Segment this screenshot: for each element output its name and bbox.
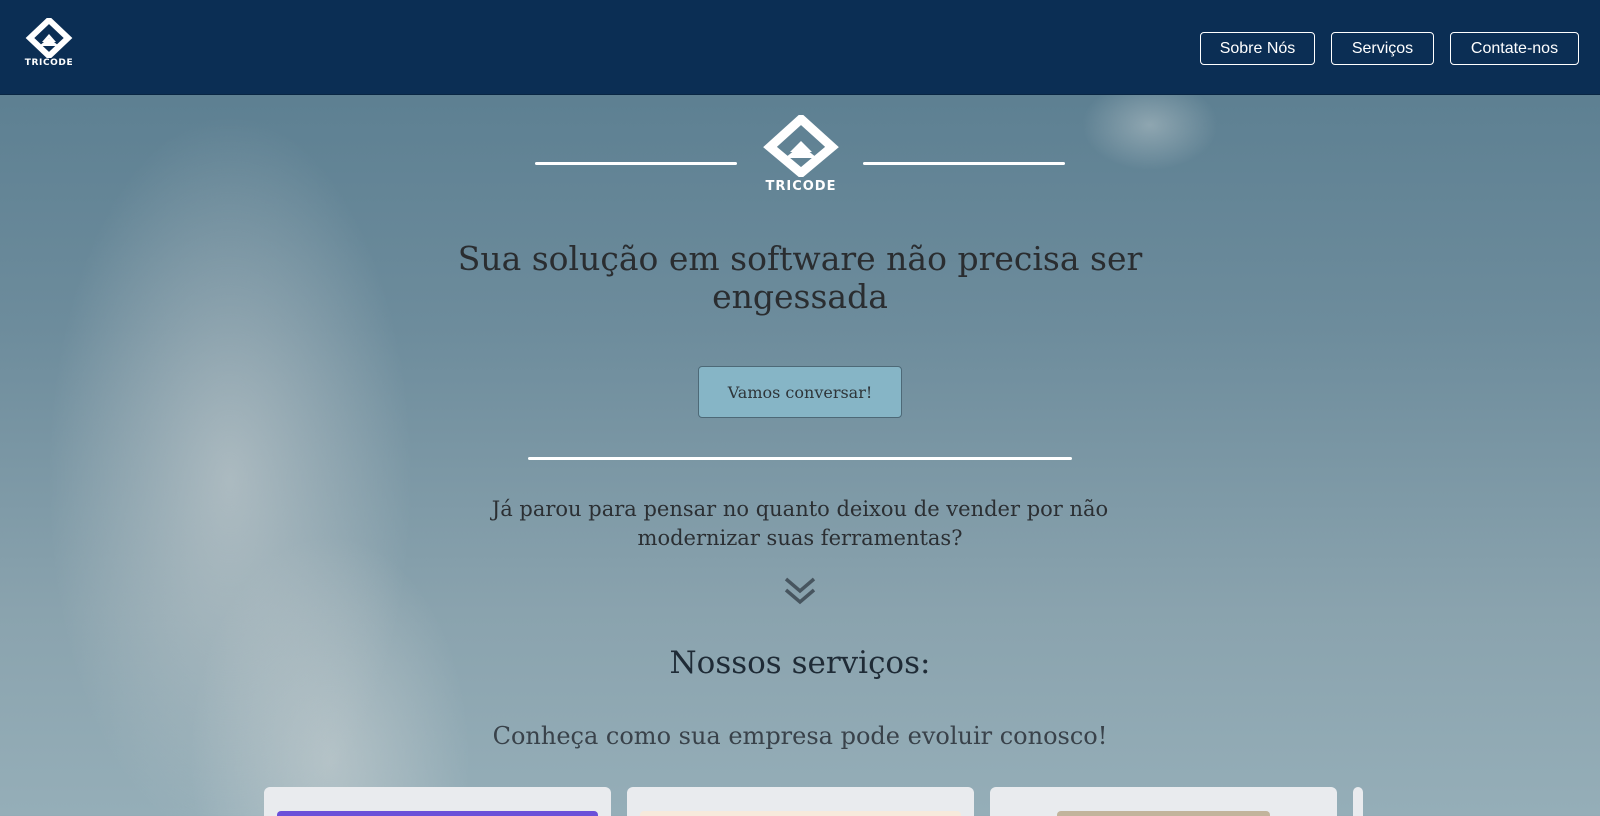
service-card-image	[277, 811, 598, 816]
hero-headline: Sua solução em software não precisa ser …	[457, 239, 1143, 316]
service-card[interactable]	[990, 787, 1337, 816]
nav-servicos-button[interactable]: Serviços	[1331, 32, 1434, 65]
services-subtitle: Conheça como sua empresa pode evoluir co…	[492, 722, 1108, 750]
nav-logo-text: TRICODE	[24, 58, 74, 68]
cta-vamos-conversar-button[interactable]: Vamos conversar!	[698, 366, 902, 418]
service-card[interactable]	[264, 787, 611, 816]
service-card[interactable]	[1353, 787, 1363, 816]
hero-question: Já parou para pensar no quanto deixou de…	[491, 497, 1109, 550]
hero-divider-right	[863, 162, 1065, 165]
nav-sobre-nos-button[interactable]: Sobre Nós	[1200, 32, 1315, 65]
nav-contate-nos-button[interactable]: Contate-nos	[1450, 32, 1579, 65]
hero-divider-bottom	[528, 457, 1072, 460]
hero-divider-left	[535, 162, 737, 165]
tricode-logo-icon	[763, 112, 839, 179]
double-chevron-down-icon	[784, 577, 816, 605]
service-card-image	[640, 811, 961, 816]
hero-logo: TRICODE	[762, 112, 840, 197]
nav-logo[interactable]: TRICODE	[23, 18, 75, 72]
service-card-image	[1057, 811, 1270, 816]
navbar: TRICODE Sobre Nós Serviços Contate-nos	[0, 0, 1600, 95]
scroll-down-link[interactable]	[783, 576, 817, 606]
services-title: Nossos serviços:	[669, 645, 931, 681]
tricode-logo-icon	[25, 18, 73, 58]
hero-logo-text: TRICODE	[765, 179, 837, 194]
service-card[interactable]	[627, 787, 974, 816]
